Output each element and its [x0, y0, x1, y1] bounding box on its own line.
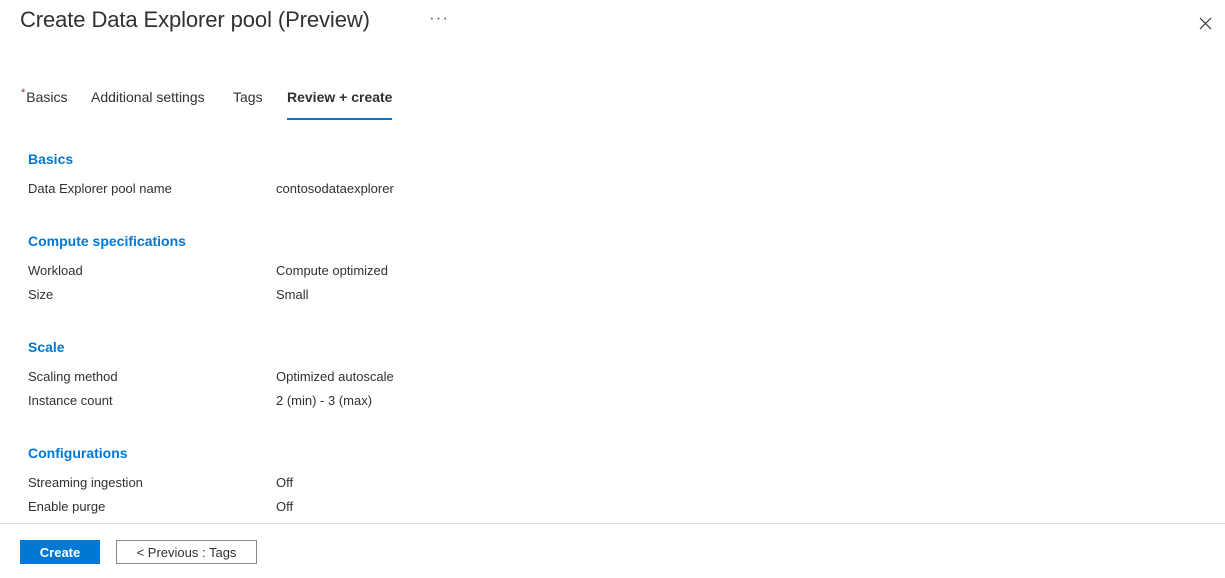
summary-row-value: Off	[276, 499, 294, 514]
summary-row-label: Workload	[28, 263, 83, 278]
summary-row: Size Small	[0, 287, 1225, 311]
tab-additional-settings[interactable]: Additional settings	[91, 86, 205, 120]
summary-row-value: Optimized autoscale	[276, 369, 394, 384]
tab-review-create[interactable]: Review + create	[287, 86, 393, 120]
summary-row-label: Data Explorer pool name	[28, 181, 172, 196]
active-tab-indicator	[287, 118, 393, 120]
tab-basics-label: Basics	[26, 89, 68, 105]
section-basics-title: Basics	[28, 151, 74, 167]
previous-tags-button[interactable]: < Previous : Tags	[116, 540, 257, 564]
summary-row: Workload Compute optimized	[0, 263, 1225, 287]
required-asterisk-icon: *	[21, 87, 26, 100]
summary-row-label: Streaming ingestion	[28, 475, 143, 490]
summary-row: Enable purge Off	[0, 499, 1225, 523]
summary-row: Data Explorer pool name contosodataexplo…	[0, 181, 1225, 205]
tab-additional-settings-label: Additional settings	[91, 89, 205, 105]
summary-row-value: Compute optimized	[276, 263, 388, 278]
summary-row-value: contosodataexplorer	[276, 181, 394, 196]
blade-header: Create Data Explorer pool (Preview) ···	[0, 0, 1225, 48]
footer-action-bar: Create < Previous : Tags	[0, 524, 1225, 578]
close-button[interactable]	[1189, 8, 1221, 38]
tab-tags[interactable]: Tags	[233, 86, 263, 120]
section-scale-title: Scale	[28, 339, 65, 355]
page-title: Create Data Explorer pool (Preview)	[20, 7, 370, 32]
section-configurations-title: Configurations	[28, 445, 128, 461]
summary-row-label: Enable purge	[28, 499, 106, 514]
summary-row-value: 2 (min) - 3 (max)	[276, 393, 373, 408]
review-summary: Basics Data Explorer pool name contosoda…	[0, 140, 1225, 523]
summary-row: Streaming ingestion Off	[0, 475, 1225, 499]
create-button[interactable]: Create	[20, 540, 100, 564]
close-icon	[1189, 17, 1221, 30]
more-options-icon[interactable]: ···	[428, 8, 450, 34]
summary-row-value: Small	[276, 287, 309, 302]
tab-review-create-label: Review + create	[287, 89, 393, 105]
summary-row-label: Scaling method	[28, 369, 118, 384]
tab-basics[interactable]: *Basics	[21, 86, 68, 120]
summary-row-label: Size	[28, 287, 54, 302]
summary-row: Scaling method Optimized autoscale	[0, 369, 1225, 393]
tab-strip: *Basics Additional settings Tags Review …	[0, 86, 1225, 120]
summary-row: Instance count 2 (min) - 3 (max)	[0, 393, 1225, 417]
summary-row-value: Off	[276, 475, 294, 490]
section-compute-specifications-title: Compute specifications	[28, 233, 186, 249]
tab-tags-label: Tags	[233, 89, 263, 105]
summary-row-label: Instance count	[28, 393, 113, 408]
